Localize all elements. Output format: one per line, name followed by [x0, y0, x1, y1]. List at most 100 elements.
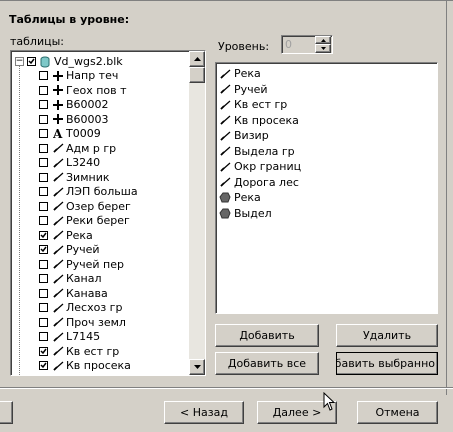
- back-button[interactable]: < Назад: [164, 401, 244, 424]
- list-item[interactable]: Визир: [219, 128, 269, 143]
- list-item[interactable]: Кв просека: [219, 113, 299, 128]
- tree-item[interactable]: Напр теч: [39, 68, 118, 83]
- list-item[interactable]: Река: [219, 190, 261, 205]
- list-item[interactable]: Выдела гр: [219, 144, 295, 159]
- tree-item-checkbox[interactable]: [39, 216, 48, 225]
- tree-item-checkbox[interactable]: [39, 85, 48, 95]
- tree-item-checkbox[interactable]: [39, 172, 48, 182]
- tree-item-label: Канал: [66, 272, 102, 285]
- level-spinbox[interactable]: 0: [281, 35, 333, 54]
- add-button[interactable]: Добавить: [215, 324, 319, 347]
- tree-item-checkbox[interactable]: [39, 158, 48, 167]
- tree-item-checkbox[interactable]: [39, 332, 48, 341]
- tree-item-checkbox[interactable]: [39, 129, 48, 138]
- tree-scrollbar[interactable]: [189, 51, 205, 375]
- tree-item[interactable]: Кв ест гр: [39, 344, 119, 359]
- tree-item[interactable]: ЛЭП больша: [39, 184, 138, 199]
- selected-tables-list[interactable]: Река Ручей Кв ест гр Кв просека Визир Выдела …: [215, 62, 438, 314]
- line-icon: [52, 258, 64, 270]
- list-item-label: Река: [234, 191, 261, 204]
- tree-item[interactable]: L7145: [39, 329, 100, 344]
- list-item[interactable]: Выдел: [219, 206, 272, 221]
- tree-item[interactable]: Канава: [39, 286, 108, 301]
- tree-item[interactable]: Озер берег: [39, 199, 131, 214]
- tree-item-label: L7145: [66, 330, 101, 343]
- tree-item-checkbox[interactable]: [39, 317, 48, 327]
- tree-item-checkbox[interactable]: [39, 245, 48, 254]
- tree-item-label: Ручей пер: [66, 257, 124, 271]
- tree-item-label: Адм р гр: [66, 141, 117, 155]
- tree-item[interactable]: Геох пов т: [39, 83, 127, 98]
- tables-tree[interactable]: − Vd_wgs2.blk Напр теч Геох пов т B60002 B6…: [10, 50, 206, 376]
- tree-item[interactable]: Кв просека: [39, 358, 131, 373]
- line-icon: [219, 176, 231, 188]
- tree-item-checkbox[interactable]: [39, 259, 48, 269]
- root-checkbox[interactable]: [27, 57, 36, 66]
- tree-item-label: T0009: [66, 127, 101, 140]
- tree-item[interactable]: Проч земл: [39, 315, 126, 330]
- list-item-label: Кв просека: [234, 113, 299, 127]
- text-a-icon: A: [52, 128, 64, 140]
- tree-item-label: B60003: [66, 112, 109, 126]
- list-item[interactable]: Ручей: [219, 82, 268, 97]
- add-all-button[interactable]: Добавить все: [215, 352, 319, 375]
- scroll-down-button[interactable]: [189, 359, 205, 375]
- tree-item[interactable]: A T0009: [39, 126, 101, 141]
- tree-item[interactable]: Ручей: [39, 242, 100, 257]
- tree-item-checkbox[interactable]: [39, 201, 48, 211]
- line-icon: [52, 142, 64, 154]
- tree-item[interactable]: B60003: [39, 112, 109, 127]
- add-selected-button[interactable]: Добавить выбранно: [336, 352, 438, 375]
- list-item-label: Река: [234, 67, 261, 80]
- line-icon: [219, 99, 231, 111]
- tree-root-row[interactable]: − Vd_wgs2.blk: [15, 54, 123, 69]
- list-item[interactable]: Река: [219, 66, 261, 81]
- cancel-button[interactable]: Отмена: [357, 401, 438, 424]
- tree-item-checkbox[interactable]: [39, 288, 48, 298]
- list-item[interactable]: Дорога лес: [219, 175, 299, 190]
- tree-item[interactable]: Адм р гр: [39, 141, 116, 156]
- line-icon: [219, 161, 231, 173]
- tree-item[interactable]: Ручей пер: [39, 257, 124, 272]
- level-label: Уровень:: [218, 40, 270, 53]
- section-heading: Таблицы в уровне:: [9, 13, 130, 26]
- list-item-label: Выдел: [234, 206, 272, 220]
- tree-item[interactable]: Река: [39, 228, 93, 243]
- tree-item-label: Кв ест гр: [66, 344, 120, 358]
- list-item[interactable]: Окр границ: [219, 159, 301, 174]
- spin-down-button[interactable]: [315, 44, 331, 53]
- tree-item-checkbox[interactable]: [39, 303, 48, 312]
- tree-item[interactable]: L3240: [39, 155, 100, 170]
- line-icon: [52, 360, 64, 372]
- tree-item-checkbox[interactable]: [39, 361, 48, 370]
- footer-partial-button[interactable]: [0, 401, 13, 424]
- line-icon: [52, 200, 64, 212]
- tree-item-label: Проч земл: [66, 315, 126, 329]
- tree-item-checkbox[interactable]: [39, 114, 48, 124]
- tree-item-checkbox[interactable]: [39, 71, 48, 80]
- remove-button[interactable]: Удалить: [336, 324, 438, 347]
- tree-item[interactable]: Зимник: [39, 170, 109, 185]
- tree-item[interactable]: Реки берег: [39, 213, 130, 228]
- line-icon: [52, 186, 64, 198]
- line-icon: [219, 145, 231, 157]
- tree-item[interactable]: B60002: [39, 97, 109, 112]
- tree-item-checkbox[interactable]: [39, 143, 48, 153]
- scroll-thumb[interactable]: [189, 67, 205, 83]
- tree-item-checkbox[interactable]: [39, 100, 48, 109]
- list-item[interactable]: Кв ест гр: [219, 97, 287, 112]
- tree-item-checkbox[interactable]: [39, 187, 48, 196]
- tree-item-label: Река: [66, 228, 93, 242]
- spin-up-button[interactable]: [315, 36, 331, 44]
- line-icon: [52, 273, 64, 285]
- level-input[interactable]: 0: [285, 38, 292, 51]
- tree-item[interactable]: Лесхоз гр: [39, 300, 122, 315]
- tree-item-checkbox[interactable]: [39, 230, 48, 240]
- scroll-up-button[interactable]: [189, 51, 205, 67]
- tree-item-label: Геох пов т: [66, 83, 127, 97]
- tree-item[interactable]: Канал: [39, 271, 102, 286]
- cross-icon: [52, 70, 64, 82]
- tree-item-checkbox[interactable]: [39, 346, 48, 356]
- tree-connector: [19, 65, 20, 375]
- tree-item-checkbox[interactable]: [39, 274, 48, 283]
